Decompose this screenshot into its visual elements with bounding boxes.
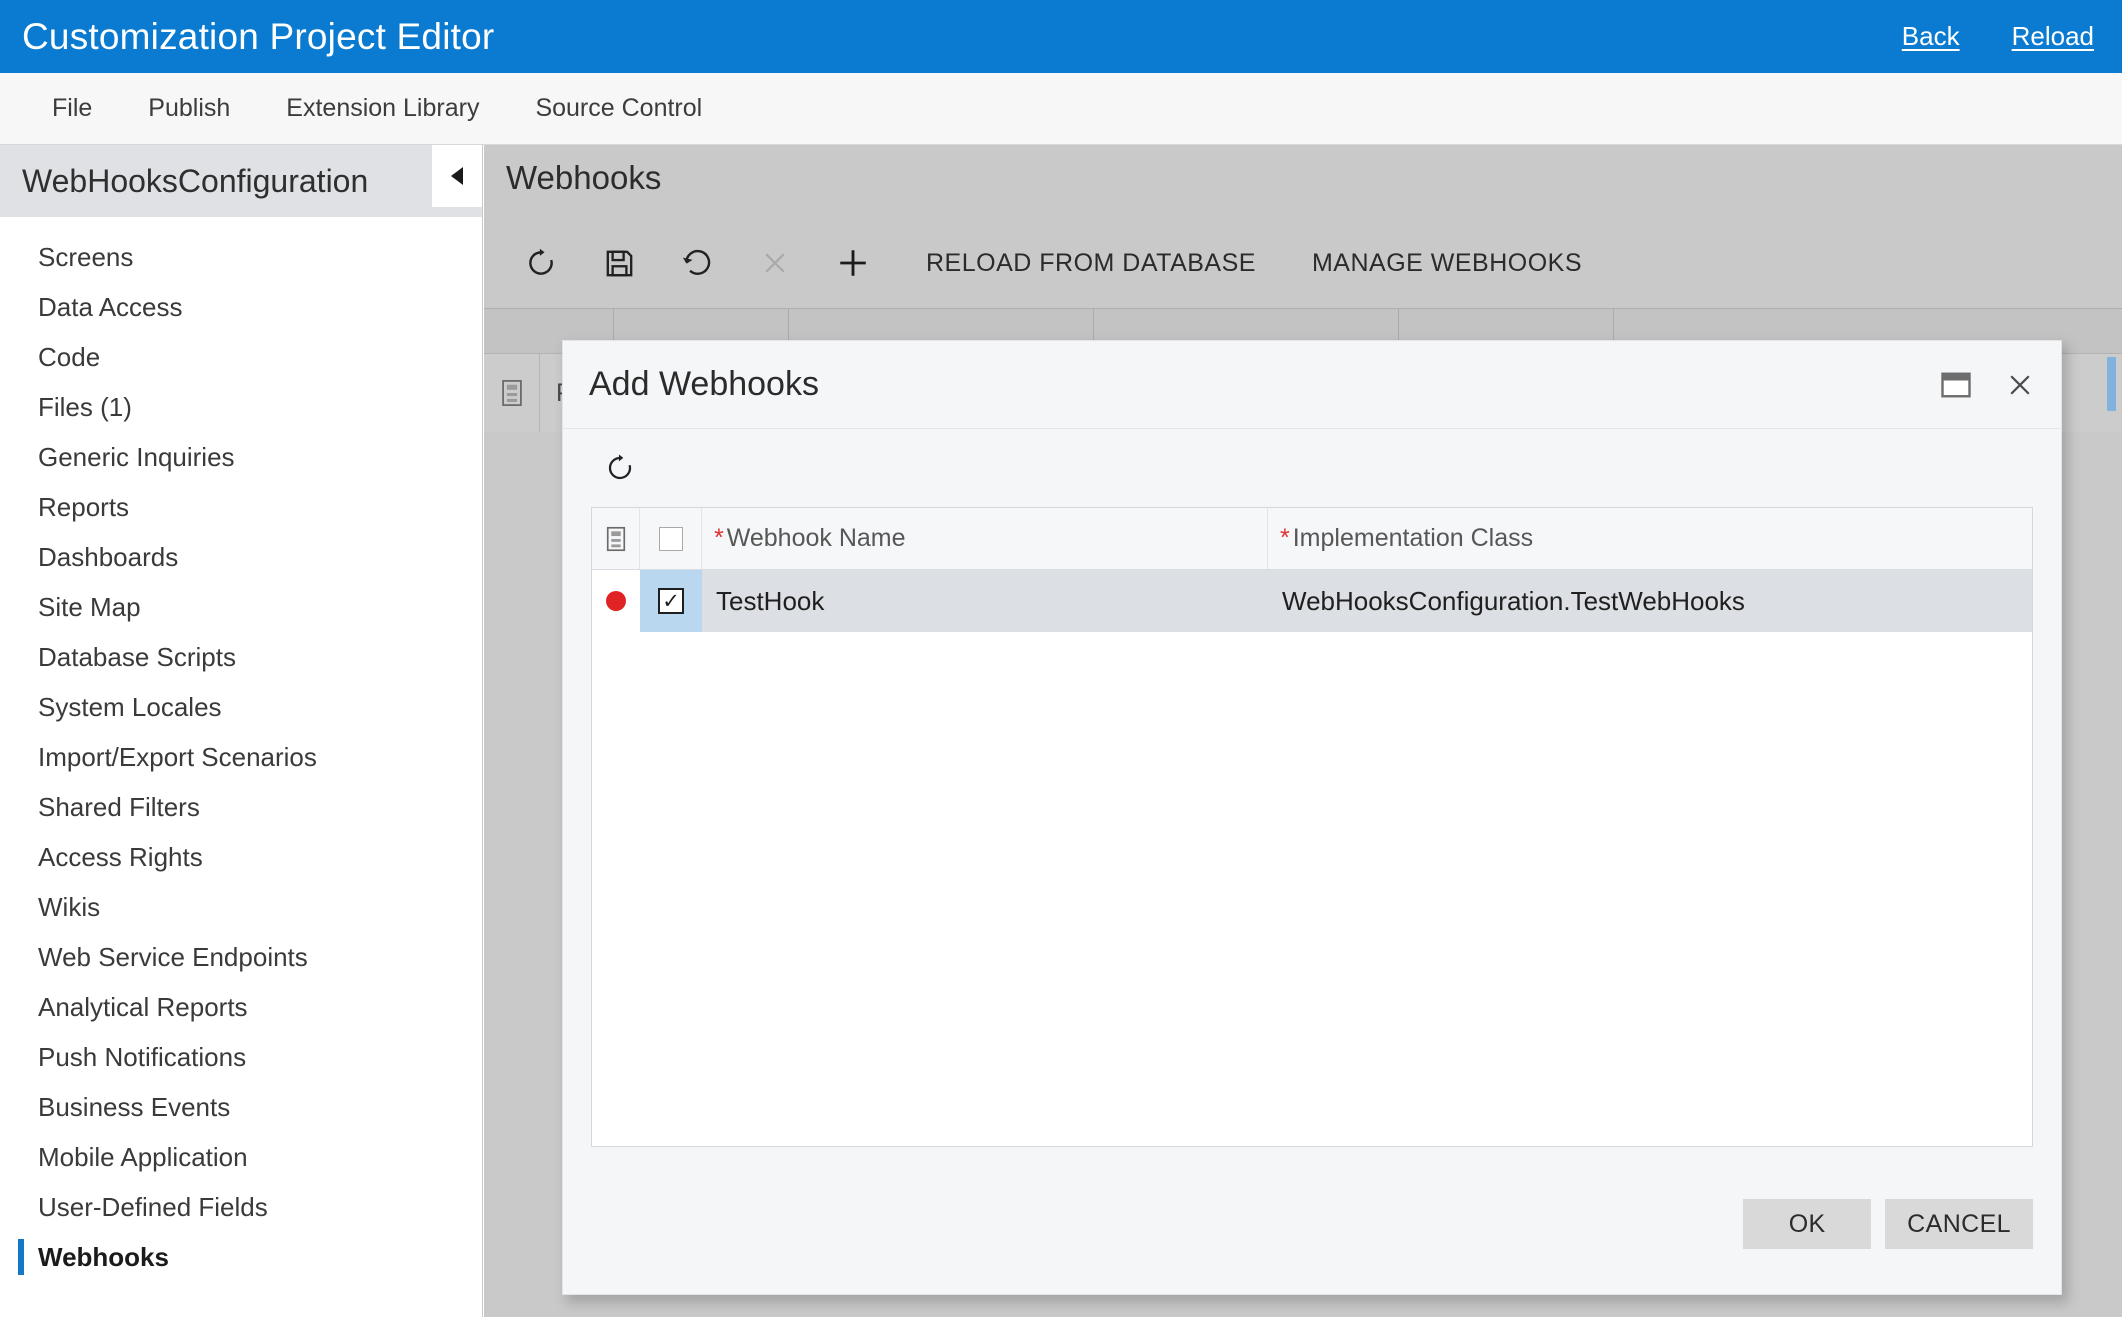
sidebar-item-database-scripts[interactable]: Database Scripts [0,632,482,682]
refresh-icon[interactable] [502,233,580,293]
sidebar-item-analytical-reports[interactable]: Analytical Reports [0,982,482,1032]
menu-item-extension-library[interactable]: Extension Library [258,94,507,123]
sidebar-item-label: Access Rights [38,841,203,872]
ok-button[interactable]: OK [1743,1199,1872,1249]
sidebar-item-label: Files (1) [38,391,132,422]
row-checkbox[interactable]: ✓ [658,588,684,614]
menu-item-source-control[interactable]: Source Control [507,94,730,123]
add-webhooks-dialog: Add Webhooks * Webhook Name * Implementa… [562,340,2062,1295]
column-header-webhook-name-label: Webhook Name [726,524,906,552]
dialog-toolbar [563,429,2061,507]
sidebar-item-label: Push Notifications [38,1041,247,1072]
vertical-scrollbar-thumb[interactable] [2107,357,2116,411]
close-icon[interactable] [2005,370,2035,400]
row-select-checkbox-cell[interactable]: ✓ [640,570,702,632]
sidebar-item-label: Data Access [38,291,183,322]
sidebar-item-label: Web Service Endpoints [38,941,308,972]
maximize-icon[interactable] [1941,372,1971,398]
sidebar-item-web-service-endpoints[interactable]: Web Service Endpoints [0,932,482,982]
cancel-x-icon [736,233,814,293]
sidebar-item-push-notifications[interactable]: Push Notifications [0,1032,482,1082]
sidebar-item-site-map[interactable]: Site Map [0,582,482,632]
sidebar-item-system-locales[interactable]: System Locales [0,682,482,732]
red-dot-icon [606,591,626,611]
sidebar-item-reports[interactable]: Reports [0,482,482,532]
project-name: WebHooksConfiguration [22,162,369,199]
sidebar-item-label: Webhooks [38,1241,169,1272]
sidebar-item-list: Screens Data Access Code Files (1) Generic I… [0,217,482,1282]
sidebar-item-business-events[interactable]: Business Events [0,1082,482,1132]
save-icon[interactable] [580,233,658,293]
cell-implementation-class[interactable]: WebHooksConfiguration.TestWebHooks [1268,570,2032,632]
sidebar-item-code[interactable]: Code [0,332,482,382]
required-marker: * [1280,524,1290,552]
sidebar-item-label: Database Scripts [38,641,236,672]
page-title: Webhooks [506,159,662,196]
sidebar-item-access-rights[interactable]: Access Rights [0,832,482,882]
column-header-webhook-name[interactable]: * Webhook Name [702,508,1268,569]
sidebar-item-label: Reports [38,491,130,522]
sidebar-item-dashboards[interactable]: Dashboards [0,532,482,582]
main-toolbar: RELOAD FROM DATABASE MANAGE WEBHOOKS [484,223,2122,303]
sidebar-item-label: Screens [38,241,134,272]
sidebar-item-generic-inquiries[interactable]: Generic Inquiries [0,432,482,482]
sidebar-item-wikis[interactable]: Wikis [0,882,482,932]
sidebar-item-label: Business Events [38,1091,231,1122]
select-all-checkbox[interactable] [640,508,702,569]
sidebar-item-label: Mobile Application [38,1141,248,1172]
undo-icon[interactable] [658,233,736,293]
notes-icon [592,508,640,569]
dialog-title: Add Webhooks [589,365,819,403]
sidebar-item-data-access[interactable]: Data Access [0,282,482,332]
row-status-indicator [592,570,640,632]
sidebar-item-webhooks[interactable]: Webhooks [0,1232,482,1282]
sidebar-item-files-1[interactable]: Files (1) [0,382,482,432]
manage-webhooks-button[interactable]: MANAGE WEBHOOKS [1290,249,1604,278]
customization-project-editor-window: Customization Project Editor Back Reload… [0,0,2122,1317]
sidebar-item-label: Wikis [38,891,101,922]
sidebar-item-label: Dashboards [38,541,179,572]
sidebar-header: WebHooksConfiguration [0,145,482,217]
app-title: Customization Project Editor [22,15,495,57]
cell-webhook-name[interactable]: TestHook [702,570,1268,632]
menu-item-file[interactable]: File [24,94,120,123]
add-plus-icon[interactable] [814,233,892,293]
reload-from-database-button[interactable]: RELOAD FROM DATABASE [904,249,1278,278]
header-links: Back Reload [1902,21,2100,52]
webhooks-selection-grid: * Webhook Name * Implementation Class ✓ … [591,507,2033,1147]
sidebar-item-label: Shared Filters [38,791,200,822]
sidebar-item-label: Code [38,341,101,372]
sidebar-item-label: User-Defined Fields [38,1191,268,1222]
sidebar-item-label: Site Map [38,591,141,622]
notes-icon [484,354,540,432]
sidebar-collapse-button[interactable] [432,145,482,207]
sidebar-item-label: Generic Inquiries [38,441,235,472]
sidebar-item-label: Analytical Reports [38,991,248,1022]
table-row[interactable]: ✓ TestHook WebHooksConfiguration.TestWeb… [592,570,2032,632]
app-header: Customization Project Editor Back Reload [0,0,2122,73]
dialog-footer: OK CANCEL [563,1154,2063,1294]
sidebar-item-import-export-scenarios[interactable]: Import/Export Scenarios [0,732,482,782]
sidebar-item-screens[interactable]: Screens [0,232,482,282]
sidebar-item-label: Import/Export Scenarios [38,741,317,772]
refresh-icon[interactable] [589,439,651,497]
sidebar-item-shared-filters[interactable]: Shared Filters [0,782,482,832]
dialog-window-buttons [1941,341,2035,429]
chevron-left-icon [451,167,463,185]
menu-item-publish[interactable]: Publish [120,94,258,123]
dialog-titlebar: Add Webhooks [563,341,2061,429]
menu-bar: File Publish Extension Library Source Co… [0,73,2122,145]
sidebar-item-mobile-application[interactable]: Mobile Application [0,1132,482,1182]
grid-header-row: * Webhook Name * Implementation Class [592,508,2032,570]
sidebar: WebHooksConfiguration Screens Data Access… [0,145,483,1317]
required-marker: * [714,524,724,552]
back-link[interactable]: Back [1902,21,1960,52]
column-header-implementation-class[interactable]: * Implementation Class [1268,508,2032,569]
column-header-implementation-class-label: Implementation Class [1292,524,1534,552]
cancel-button[interactable]: CANCEL [1885,1199,2033,1249]
reload-link[interactable]: Reload [2012,21,2094,52]
sidebar-item-label: System Locales [38,691,222,722]
sidebar-item-user-defined-fields[interactable]: User-Defined Fields [0,1182,482,1232]
